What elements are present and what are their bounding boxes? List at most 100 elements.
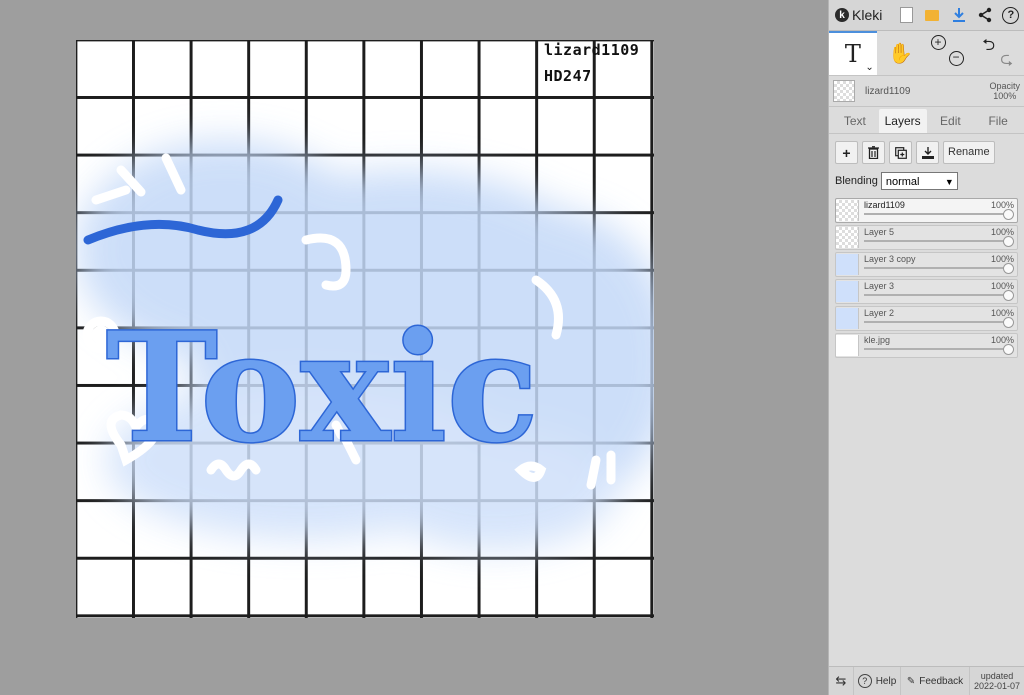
slider-handle[interactable] bbox=[1003, 344, 1014, 355]
layer-item[interactable]: Layer 3 100% bbox=[835, 279, 1018, 304]
kleki-logo[interactable]: k Kleki bbox=[829, 0, 893, 30]
open-file-button[interactable] bbox=[919, 0, 945, 30]
toxic-lettering: Toxic bbox=[106, 300, 538, 476]
chevron-down-icon: ▼ bbox=[944, 177, 954, 187]
tab-text[interactable]: Text bbox=[831, 109, 879, 133]
slider-handle[interactable] bbox=[1003, 290, 1014, 301]
swap-arrows-icon: ⇆ bbox=[835, 673, 847, 688]
chevron-down-icon[interactable]: ⌄ bbox=[865, 62, 873, 73]
current-layer-preview: lizard1109 Opacity 100% bbox=[829, 76, 1024, 107]
layer-name: Layer 2 bbox=[864, 308, 895, 318]
duplicate-icon bbox=[894, 146, 907, 159]
opacity-label: Opacity bbox=[989, 81, 1020, 91]
layer-list: lizard1109 100% Layer 5 100% Layer 3 cop… bbox=[829, 190, 1024, 358]
blending-value: normal bbox=[885, 176, 920, 188]
help-button[interactable]: ? bbox=[998, 0, 1024, 30]
blending-select[interactable]: normal ▼ bbox=[880, 172, 958, 190]
swap-side-button[interactable]: ⇆ bbox=[829, 667, 854, 695]
merge-layer-button[interactable] bbox=[916, 141, 939, 164]
slider-handle[interactable] bbox=[1003, 236, 1014, 247]
slider-handle[interactable] bbox=[1003, 209, 1014, 220]
history-controls: ⮌ ⮎ bbox=[974, 31, 1024, 75]
opacity-value: 100% bbox=[993, 91, 1017, 101]
share-button[interactable] bbox=[972, 0, 998, 30]
slider-handle[interactable] bbox=[1003, 317, 1014, 328]
layer-thumbnail bbox=[836, 227, 859, 248]
zoom-in-icon[interactable]: + bbox=[930, 35, 946, 50]
tab-file[interactable]: File bbox=[974, 109, 1022, 133]
add-layer-button[interactable]: + bbox=[835, 141, 858, 164]
layer-opacity-slider[interactable] bbox=[864, 290, 1014, 301]
panel-tabs: Text Layers Edit File bbox=[829, 107, 1024, 134]
help-link[interactable]: ? Help bbox=[854, 667, 901, 695]
layer-opacity-slider[interactable] bbox=[864, 236, 1014, 247]
text-tool-button[interactable]: T ⌄ bbox=[829, 31, 877, 75]
layer-thumbnail bbox=[836, 281, 859, 302]
new-image-button[interactable] bbox=[893, 0, 919, 30]
layer-item[interactable]: Layer 2 100% bbox=[835, 306, 1018, 331]
new-image-icon bbox=[899, 7, 913, 23]
undo-icon[interactable]: ⮌ bbox=[982, 34, 995, 61]
footer-bar: ⇆ ? Help ✎ Feedback updated 2022-01-07 bbox=[829, 666, 1024, 695]
hand-icon: ✋ bbox=[888, 42, 914, 65]
trash-icon bbox=[868, 146, 879, 159]
feedback-link[interactable]: ✎ Feedback bbox=[901, 667, 970, 695]
pencil-icon: ✎ bbox=[906, 675, 916, 687]
layer-name: lizard1109 bbox=[864, 200, 905, 210]
tab-edit[interactable]: Edit bbox=[927, 109, 975, 133]
watermark-code: HD247 bbox=[544, 67, 592, 85]
zoom-controls: + − bbox=[925, 31, 975, 75]
tool-row: T ⌄ ✋ + − ⮌ ⮎ bbox=[829, 31, 1024, 76]
redo-icon[interactable]: ⮎ bbox=[1000, 48, 1013, 75]
watermark-username: lizard1109 bbox=[544, 41, 640, 59]
layer-opacity-slider[interactable] bbox=[864, 344, 1014, 355]
updated-label: updated bbox=[980, 671, 1014, 681]
duplicate-layer-button[interactable] bbox=[889, 141, 912, 164]
current-layer-name: lizard1109 bbox=[865, 85, 911, 97]
layer-thumbnail bbox=[836, 200, 859, 221]
current-layer-opacity: Opacity 100% bbox=[989, 81, 1020, 101]
download-icon bbox=[952, 8, 965, 22]
layer-item[interactable]: lizard1109 100% bbox=[835, 198, 1018, 223]
side-panel: k Kleki ? T ⌄ ✋ + − ⮌ ⮎ lizard1109 Opaci… bbox=[828, 0, 1024, 695]
kleki-logo-icon: k bbox=[835, 8, 849, 22]
layer-opacity-slider[interactable] bbox=[864, 317, 1014, 328]
app-name: Kleki bbox=[852, 7, 883, 23]
slider-handle[interactable] bbox=[1003, 263, 1014, 274]
drawing-canvas[interactable]: Toxic lizard1109 HD247 bbox=[76, 40, 654, 618]
blending-row: Blending normal ▼ bbox=[829, 164, 1024, 190]
hand-tool-button[interactable]: ✋ bbox=[877, 31, 925, 75]
help-label: Help bbox=[875, 675, 897, 687]
layer-actions: + Rename bbox=[829, 134, 1024, 164]
layer-item[interactable]: Layer 5 100% bbox=[835, 225, 1018, 250]
layer-opacity-slider[interactable] bbox=[864, 263, 1014, 274]
updated-info[interactable]: updated 2022-01-07 bbox=[970, 667, 1024, 695]
layer-opacity-slider[interactable] bbox=[864, 209, 1014, 220]
plus-icon: + bbox=[842, 144, 851, 161]
tab-layers[interactable]: Layers bbox=[878, 109, 927, 133]
current-layer-thumbnail bbox=[833, 80, 855, 102]
layer-thumbnail bbox=[836, 335, 859, 356]
layer-name: Layer 3 bbox=[864, 281, 895, 291]
rename-layer-button[interactable]: Rename bbox=[943, 141, 995, 164]
updated-date: 2022-01-07 bbox=[973, 681, 1021, 691]
merge-down-icon bbox=[921, 146, 934, 159]
layer-thumbnail bbox=[836, 254, 859, 275]
layer-name: Layer 5 bbox=[864, 227, 895, 237]
layer-item[interactable]: kle.jpg 100% bbox=[835, 333, 1018, 358]
layer-item[interactable]: Layer 3 copy 100% bbox=[835, 252, 1018, 277]
canvas-stage[interactable]: Toxic lizard1109 HD247 bbox=[0, 0, 828, 695]
text-tool-icon: T bbox=[844, 40, 861, 68]
save-button[interactable] bbox=[946, 0, 972, 30]
share-icon bbox=[978, 7, 991, 23]
help-icon: ? bbox=[1002, 6, 1020, 24]
feedback-label: Feedback bbox=[919, 675, 964, 687]
top-toolbar: k Kleki ? bbox=[829, 0, 1024, 31]
layer-name: kle.jpg bbox=[864, 335, 891, 345]
layer-thumbnail bbox=[836, 308, 859, 329]
zoom-out-icon[interactable]: − bbox=[948, 51, 964, 66]
open-folder-icon bbox=[925, 9, 940, 21]
layer-name: Layer 3 copy bbox=[864, 254, 916, 264]
artwork: Toxic bbox=[76, 140, 654, 550]
delete-layer-button[interactable] bbox=[862, 141, 885, 164]
